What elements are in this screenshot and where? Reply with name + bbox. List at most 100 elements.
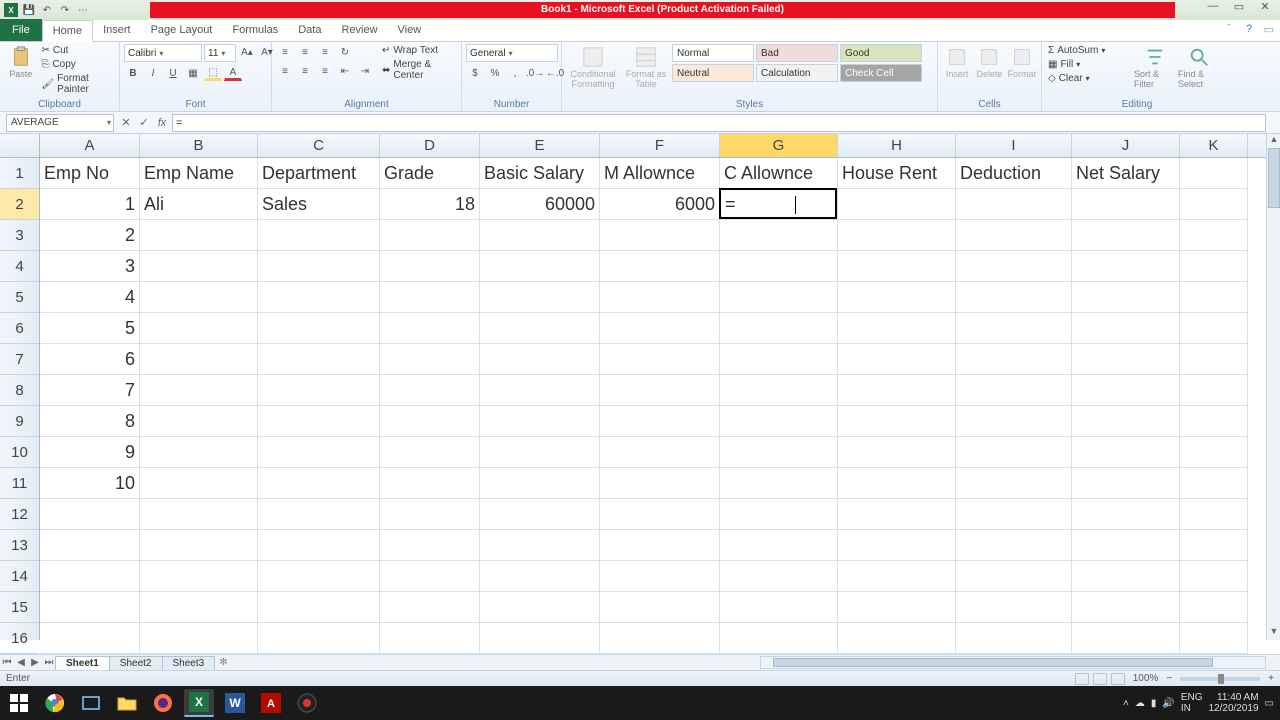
cell-B5[interactable] [140, 282, 258, 313]
cloud-icon[interactable]: ☁ [1135, 698, 1145, 709]
row-header-3[interactable]: 3 [0, 220, 39, 251]
cell-I10[interactable] [956, 437, 1072, 468]
row-header-4[interactable]: 4 [0, 251, 39, 282]
cell-C14[interactable] [258, 561, 380, 592]
cell-A10[interactable]: 9 [40, 437, 140, 468]
indent-inc-icon[interactable]: ⇥ [356, 63, 374, 79]
cell-K2[interactable] [1180, 189, 1248, 220]
italic-button[interactable]: I [144, 65, 162, 81]
align-mid-icon[interactable]: ≡ [296, 44, 314, 60]
cell-C15[interactable] [258, 592, 380, 623]
cell-D15[interactable] [380, 592, 480, 623]
cell-I1[interactable]: Deduction [956, 158, 1072, 189]
cell-A15[interactable] [40, 592, 140, 623]
cell-E16[interactable] [480, 623, 600, 654]
cell-I2[interactable] [956, 189, 1072, 220]
cell-G15[interactable] [720, 592, 838, 623]
cell-G7[interactable] [720, 344, 838, 375]
formula-input[interactable]: = [172, 114, 1266, 132]
align-left-icon[interactable]: ≡ [276, 63, 294, 79]
cell-I16[interactable] [956, 623, 1072, 654]
cell-I4[interactable] [956, 251, 1072, 282]
ribbon-option-icon[interactable]: ▭ [1262, 23, 1276, 37]
cell-G1[interactable]: C Allownce [720, 158, 838, 189]
cell-I8[interactable] [956, 375, 1072, 406]
undo-icon[interactable]: ↶ [40, 3, 54, 17]
cell-C3[interactable] [258, 220, 380, 251]
col-header-G[interactable]: G [720, 134, 838, 157]
cell-D9[interactable] [380, 406, 480, 437]
sheet-last-icon[interactable]: ⏭ [42, 657, 56, 668]
tab-page-layout[interactable]: Page Layout [141, 19, 223, 41]
col-header-F[interactable]: F [600, 134, 720, 157]
cell-E11[interactable] [480, 468, 600, 499]
sheet-tab-sheet2[interactable]: Sheet2 [109, 656, 163, 670]
acrobat-icon[interactable]: A [256, 689, 286, 717]
redo-icon[interactable]: ↷ [58, 3, 72, 17]
cell-H15[interactable] [838, 592, 956, 623]
cell-B8[interactable] [140, 375, 258, 406]
copy-button[interactable]: ⎘Copy [39, 58, 115, 71]
grow-font-icon[interactable]: A▴ [238, 44, 256, 60]
tab-insert[interactable]: Insert [93, 19, 141, 41]
qat-more-icon[interactable]: ⋯ [76, 3, 90, 17]
cell-D5[interactable] [380, 282, 480, 313]
cell-C10[interactable] [258, 437, 380, 468]
cell-B7[interactable] [140, 344, 258, 375]
cell-B2[interactable]: Ali [140, 189, 258, 220]
maximize-button[interactable]: ▭ [1230, 0, 1248, 14]
action-center-icon[interactable]: ▭ [1265, 698, 1274, 709]
cell-G4[interactable] [720, 251, 838, 282]
cell-F3[interactable] [600, 220, 720, 251]
cell-style-good[interactable]: Good [840, 44, 922, 62]
orientation-icon[interactable]: ↻ [336, 44, 354, 60]
cell-G11[interactable] [720, 468, 838, 499]
zoom-out-icon[interactable]: − [1166, 673, 1172, 684]
row-header-13[interactable]: 13 [0, 530, 39, 561]
number-format-dropdown[interactable]: General▾ [466, 44, 558, 62]
cell-F12[interactable] [600, 499, 720, 530]
cell-J3[interactable] [1072, 220, 1180, 251]
cell-C2[interactable]: Sales [258, 189, 380, 220]
cell-F6[interactable] [600, 313, 720, 344]
cell-J8[interactable] [1072, 375, 1180, 406]
cell-H2[interactable] [838, 189, 956, 220]
cell-J9[interactable] [1072, 406, 1180, 437]
col-header-E[interactable]: E [480, 134, 600, 157]
format-as-table-button[interactable]: Format as Table [622, 44, 670, 89]
cell-E12[interactable] [480, 499, 600, 530]
cell-A7[interactable]: 6 [40, 344, 140, 375]
cell-H12[interactable] [838, 499, 956, 530]
firefox-icon[interactable] [148, 689, 178, 717]
cell-H1[interactable]: House Rent [838, 158, 956, 189]
start-button[interactable] [4, 689, 34, 717]
cell-G12[interactable] [720, 499, 838, 530]
cell-G2[interactable] [720, 189, 838, 220]
cell-E14[interactable] [480, 561, 600, 592]
cell-D11[interactable] [380, 468, 480, 499]
page-break-view-icon[interactable] [1111, 673, 1125, 685]
cell-E6[interactable] [480, 313, 600, 344]
cell-A2[interactable]: 1 [40, 189, 140, 220]
cell-K11[interactable] [1180, 468, 1248, 499]
cell-J6[interactable] [1072, 313, 1180, 344]
col-header-A[interactable]: A [40, 134, 140, 157]
cell-J11[interactable] [1072, 468, 1180, 499]
cell-B12[interactable] [140, 499, 258, 530]
cell-D10[interactable] [380, 437, 480, 468]
cell-K1[interactable] [1180, 158, 1248, 189]
cell-I14[interactable] [956, 561, 1072, 592]
align-center-icon[interactable]: ≡ [296, 63, 314, 79]
cell-D3[interactable] [380, 220, 480, 251]
cell-K5[interactable] [1180, 282, 1248, 313]
underline-button[interactable]: U [164, 65, 182, 81]
format-painter-button[interactable]: 🖌Format Painter [39, 72, 115, 96]
cell-J12[interactable] [1072, 499, 1180, 530]
zoom-level[interactable]: 100% [1133, 673, 1159, 684]
cell-H5[interactable] [838, 282, 956, 313]
cell-G16[interactable] [720, 623, 838, 654]
cell-G9[interactable] [720, 406, 838, 437]
cell-I6[interactable] [956, 313, 1072, 344]
cell-K6[interactable] [1180, 313, 1248, 344]
file-tab[interactable]: File [0, 19, 42, 41]
